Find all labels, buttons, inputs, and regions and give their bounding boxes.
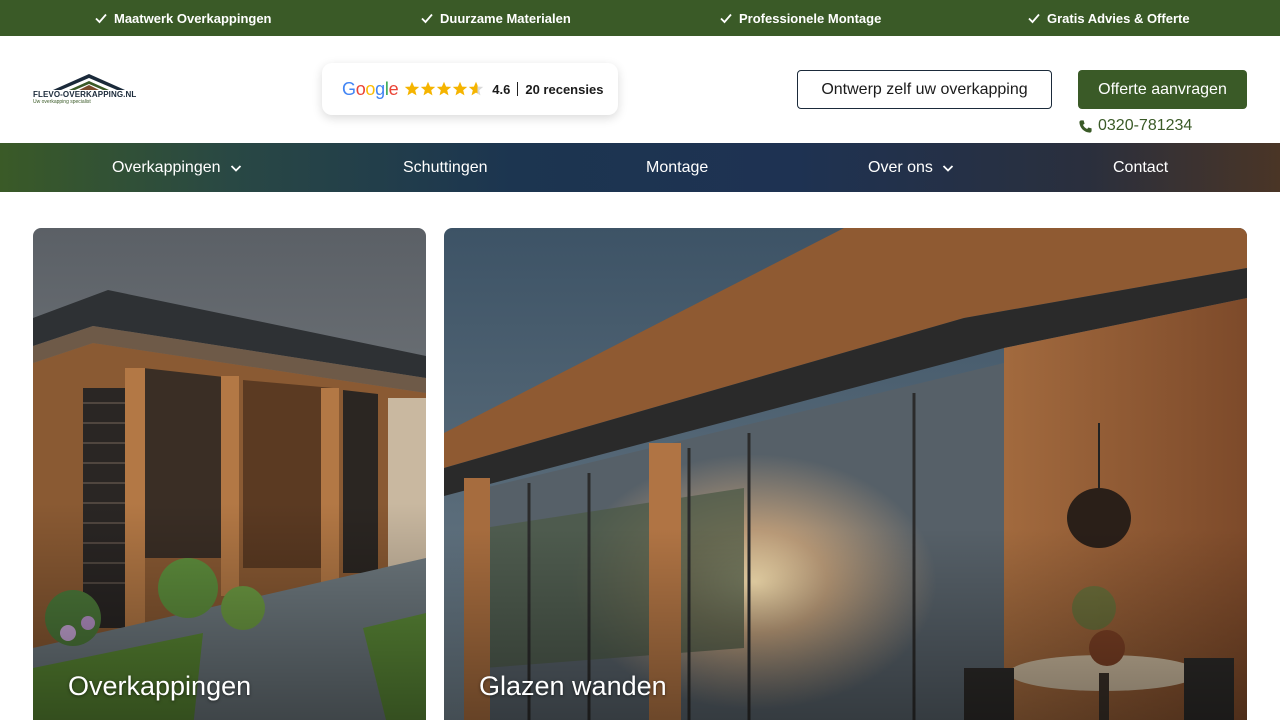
check-icon <box>720 13 732 24</box>
divider <box>517 82 519 96</box>
nav-item-overkappingen[interactable]: Overkappingen <box>112 143 243 192</box>
phone-link[interactable]: 0320-781234 <box>1078 116 1192 136</box>
star-icon <box>421 81 436 96</box>
card-title: Overkappingen <box>68 671 252 701</box>
star-icon <box>405 81 420 96</box>
rating-value: 4.6 <box>492 81 511 97</box>
check-icon <box>421 13 433 24</box>
phone-number: 0320-781234 <box>1098 117 1193 134</box>
usp-item: Gratis Advies & Offerte <box>1027 0 1190 36</box>
check-icon <box>1028 13 1040 24</box>
logo[interactable]: FLEVO-OVERKAPPING.NL Uw overkapping spec… <box>33 72 145 106</box>
roof-logo-icon <box>53 74 125 90</box>
phone-icon <box>1079 119 1092 133</box>
main-nav: Overkappingen Schuttingen Montage Over o… <box>0 143 1280 192</box>
nav-item-schuttingen[interactable]: Schuttingen <box>403 143 488 192</box>
check-icon <box>95 13 107 24</box>
category-card-overkappingen[interactable]: Overkappingen <box>33 228 426 720</box>
glazen-wanden-photo <box>444 228 1247 720</box>
nav-label: Contact <box>1113 158 1169 176</box>
design-overkapping-button[interactable]: Ontwerp zelf uw overkapping <box>797 70 1052 109</box>
usp-item: Duurzame Materialen <box>420 0 571 36</box>
google-logo: Google <box>342 78 399 99</box>
usp-label: Duurzame Materialen <box>440 10 571 26</box>
google-review-badge[interactable]: Google 4.6 20 recensies <box>322 63 618 115</box>
request-quote-button[interactable]: Offerte aanvragen <box>1078 70 1247 109</box>
usp-label: Gratis Advies & Offerte <box>1047 10 1190 26</box>
review-count: 20 recensies <box>525 81 604 97</box>
usp-item: Professionele Montage <box>719 0 881 36</box>
star-icon <box>437 81 452 96</box>
chevron-down-icon <box>942 164 954 172</box>
nav-label: Over ons <box>868 158 933 176</box>
card-title: Glazen wanden <box>479 671 667 701</box>
nav-label: Overkappingen <box>112 158 221 176</box>
logo-name: FLEVO-OVERKAPPING.NL <box>33 90 137 99</box>
chevron-down-icon <box>230 164 241 172</box>
nav-label: Schuttingen <box>403 158 488 176</box>
star-icon <box>453 81 468 96</box>
overkapping-photo <box>33 228 426 720</box>
usp-label: Maatwerk Overkappingen <box>114 10 272 26</box>
category-card-glazen-wanden[interactable]: Glazen wanden <box>444 228 1247 720</box>
site-header: FLEVO-OVERKAPPING.NL Uw overkapping spec… <box>0 36 1280 143</box>
logo-tagline: Uw overkapping specialist <box>33 99 91 105</box>
nav-item-montage[interactable]: Montage <box>646 143 708 192</box>
half-star-icon <box>469 81 484 96</box>
star-rating <box>404 81 484 97</box>
usp-item: Maatwerk Overkappingen <box>94 0 272 36</box>
usp-bar: Maatwerk Overkappingen Duurzame Material… <box>0 0 1280 36</box>
usp-label: Professionele Montage <box>739 10 882 26</box>
nav-item-contact[interactable]: Contact <box>1113 143 1168 192</box>
nav-item-over-ons[interactable]: Over ons <box>868 143 955 192</box>
nav-label: Montage <box>646 158 709 176</box>
